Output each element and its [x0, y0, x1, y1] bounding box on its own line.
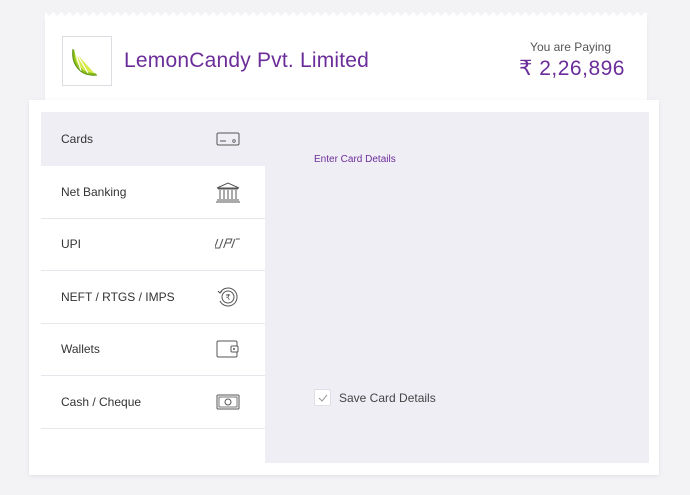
method-upi[interactable]: UPI — [41, 218, 265, 271]
method-label: Cards — [61, 132, 94, 146]
zigzag-edge — [45, 12, 647, 18]
save-card-option[interactable]: Save Card Details — [314, 389, 436, 406]
method-wallets[interactable]: Wallets — [41, 323, 265, 376]
rupee-transfer-icon: ₹ — [215, 286, 241, 308]
method-label: NEFT / RTGS / IMPS — [61, 289, 175, 304]
method-label: Cash / Cheque — [61, 394, 142, 409]
merchant-header: LemonCandy Pvt. Limited You are Paying ₹… — [45, 12, 647, 100]
payment-panel: Cards Net Banking UPI NEFT / RTGS / IMPS… — [29, 100, 659, 475]
lemon-logo-icon — [72, 48, 98, 76]
wallet-icon — [215, 338, 241, 360]
card-icon — [215, 128, 241, 150]
merchant-logo — [62, 36, 112, 86]
method-neft-rtgs-imps[interactable]: NEFT / RTGS / IMPS ₹ — [41, 271, 265, 324]
check-icon — [318, 394, 327, 402]
card-details-pane: Enter Card Details Save Card Details — [265, 112, 649, 463]
cash-icon — [215, 391, 241, 413]
merchant-name: LemonCandy Pvt. Limited — [124, 49, 370, 72]
upi-icon — [215, 233, 241, 255]
method-label: Wallets — [61, 342, 100, 357]
method-label: UPI — [61, 237, 82, 252]
bank-icon — [215, 181, 241, 203]
svg-text:₹: ₹ — [225, 293, 230, 302]
card-form-title: Enter Card Details — [314, 154, 396, 165]
method-net-banking[interactable]: Net Banking — [41, 166, 265, 219]
method-cards[interactable]: Cards — [41, 112, 265, 166]
payment-amount: ₹ 2,26,896 — [519, 57, 625, 80]
paying-label: You are Paying — [530, 40, 611, 54]
method-cash-cheque[interactable]: Cash / Cheque — [41, 376, 265, 429]
save-card-label: Save Card Details — [339, 390, 436, 405]
payment-methods-list: Cards Net Banking UPI NEFT / RTGS / IMPS… — [41, 112, 265, 429]
save-card-checkbox[interactable] — [314, 389, 331, 406]
method-label: Net Banking — [61, 184, 127, 199]
